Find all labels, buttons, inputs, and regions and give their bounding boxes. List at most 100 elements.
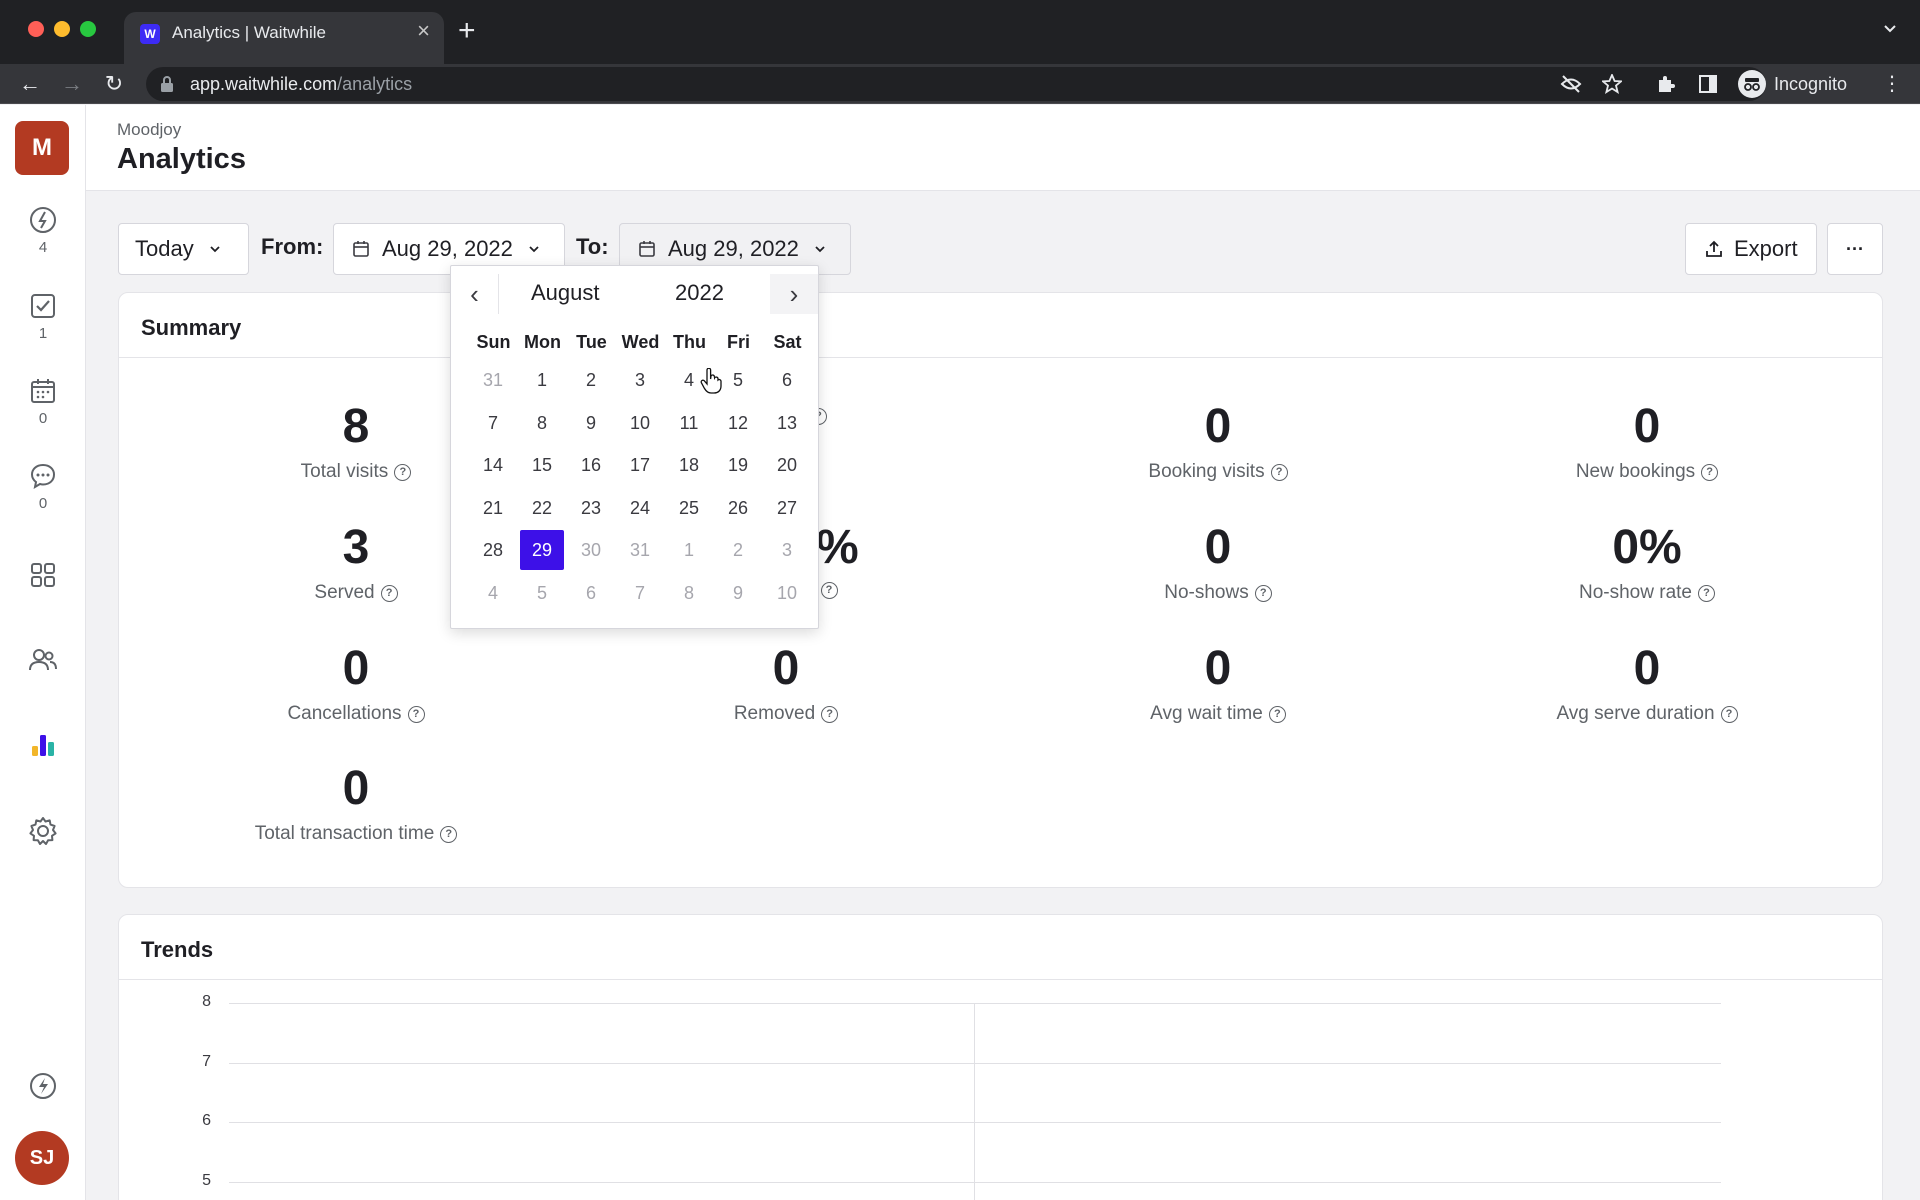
help-icon[interactable]: ?	[1701, 463, 1719, 481]
metric-no-shows: 0 No-shows?	[1048, 520, 1388, 604]
calendar-day[interactable]: 27	[765, 488, 809, 528]
calendar-day[interactable]: 1	[667, 530, 711, 570]
calendar-day-selected[interactable]: 29	[520, 530, 564, 571]
calendar-day[interactable]: 8	[520, 403, 564, 443]
calendar-day[interactable]: 31	[618, 530, 662, 570]
calendar-day[interactable]: 13	[765, 403, 809, 443]
calendar-day[interactable]: 19	[716, 445, 760, 485]
calendar-day[interactable]: 2	[716, 530, 760, 570]
users-icon	[29, 649, 57, 671]
calendar-day[interactable]: 21	[471, 488, 515, 528]
address-bar[interactable]: app.waitwhile.com/analytics	[146, 67, 1766, 101]
from-date-value: Aug 29, 2022	[382, 236, 513, 261]
help-icon[interactable]: ?	[407, 705, 425, 723]
calendar-day[interactable]: 3	[765, 530, 809, 570]
calendar-day[interactable]: 20	[765, 445, 809, 485]
calendar-day[interactable]: 7	[471, 403, 515, 443]
extensions-puzzle-icon[interactable]	[1656, 74, 1676, 94]
help-icon[interactable]: ?	[1270, 463, 1288, 481]
side-panel-icon[interactable]	[1698, 74, 1718, 94]
calendar-day[interactable]: 6	[569, 573, 613, 613]
calendar-day[interactable]: 11	[667, 403, 711, 443]
incognito-profile[interactable]: Incognito	[1738, 67, 1847, 101]
calendar-day[interactable]: 30	[569, 530, 613, 570]
page-title: Analytics	[117, 143, 246, 175]
calendar-day[interactable]: 15	[520, 445, 564, 485]
calendar-month[interactable]: August	[531, 280, 600, 306]
reload-icon[interactable]: ↻	[100, 70, 128, 98]
calendar-day[interactable]: 4	[471, 573, 515, 613]
help-icon[interactable]: ?	[394, 463, 412, 481]
next-month-button[interactable]: ›	[770, 274, 818, 314]
back-icon[interactable]: ←	[16, 70, 44, 98]
calendar-day[interactable]: 5	[716, 360, 760, 400]
calendar-day[interactable]: 5	[520, 573, 564, 613]
grid-line	[229, 1003, 1721, 1004]
rail-item-customers[interactable]	[0, 645, 86, 675]
rail-item-settings[interactable]	[0, 815, 86, 847]
eye-off-icon[interactable]	[1560, 74, 1582, 94]
calendar-day[interactable]: 31	[471, 360, 515, 400]
calendar-day[interactable]: 9	[716, 573, 760, 613]
calendar-day[interactable]: 25	[667, 488, 711, 528]
calendar-day[interactable]: 17	[618, 445, 662, 485]
export-button[interactable]: Export	[1685, 223, 1817, 275]
calendar-day[interactable]: 8	[667, 573, 711, 613]
rail-item-whats-new[interactable]	[0, 1071, 86, 1101]
forward-icon[interactable]: →	[58, 70, 86, 98]
calendar-day[interactable]: 24	[618, 488, 662, 528]
new-tab-icon[interactable]: +	[458, 16, 476, 46]
help-icon[interactable]: ?	[1254, 584, 1272, 602]
calendar-day[interactable]: 2	[569, 360, 613, 400]
calendar-year[interactable]: 2022	[675, 280, 724, 306]
rail-item-analytics[interactable]	[0, 730, 86, 760]
calendar-day[interactable]: 10	[618, 403, 662, 443]
calendar-day[interactable]: 10	[765, 573, 809, 613]
org-avatar[interactable]: M	[15, 121, 69, 175]
user-avatar[interactable]: SJ	[15, 1131, 69, 1185]
previous-month-button[interactable]: ‹	[451, 274, 499, 314]
maximize-window-button[interactable]	[80, 21, 96, 37]
help-icon[interactable]: ?	[1268, 705, 1286, 723]
calendar-day[interactable]: 7	[618, 573, 662, 613]
weekday-header: Sun	[476, 332, 511, 352]
hand-cursor-icon	[700, 368, 722, 394]
calendar-day[interactable]: 6	[765, 360, 809, 400]
close-tab-icon[interactable]: ×	[417, 20, 430, 42]
more-options-button[interactable]: ···	[1827, 223, 1883, 275]
calendar-day[interactable]: 3	[618, 360, 662, 400]
star-icon[interactable]	[1602, 74, 1622, 94]
calendar-day[interactable]: 26	[716, 488, 760, 528]
weekday-header: Fri	[726, 332, 750, 352]
calendar-day[interactable]: 14	[471, 445, 515, 485]
minimize-window-button[interactable]	[54, 21, 70, 37]
tab-search-chevron-icon[interactable]	[1882, 20, 1898, 36]
help-icon[interactable]: ?	[1698, 584, 1715, 602]
rail-item-waitlist[interactable]: 4	[0, 205, 86, 256]
browser-menu-icon[interactable]: ⋮	[1878, 70, 1906, 98]
left-navigation-rail: M 4 1 0 0 SJ	[0, 105, 86, 1200]
calendar-day[interactable]: 23	[569, 488, 613, 528]
calendar-day[interactable]: 28	[471, 530, 515, 570]
rail-item-bookings[interactable]: 0	[0, 376, 86, 427]
rail-item-apps[interactable]	[0, 560, 86, 590]
calendar-day[interactable]: 12	[716, 403, 760, 443]
calendar-day[interactable]: 22	[520, 488, 564, 528]
calendar-day[interactable]: 1	[520, 360, 564, 400]
calendar-day[interactable]: 18	[667, 445, 711, 485]
help-icon[interactable]: ?	[440, 825, 458, 843]
y-axis-tick: 5	[202, 1172, 211, 1189]
date-range-preset-dropdown[interactable]: Today	[118, 223, 249, 275]
browser-tab[interactable]: W Analytics | Waitwhile ×	[124, 12, 444, 64]
help-icon[interactable]: ?	[821, 705, 839, 723]
rail-item-served[interactable]: 1	[0, 291, 86, 342]
help-icon[interactable]: ?	[1720, 705, 1738, 723]
rail-item-messages[interactable]: 0	[0, 461, 86, 512]
chat-icon	[30, 463, 56, 490]
close-window-button[interactable]	[28, 21, 44, 37]
help-icon[interactable]: ?	[820, 582, 838, 599]
calendar-day[interactable]: 9	[569, 403, 613, 443]
metric-label: Total transaction time?	[186, 823, 526, 845]
help-icon[interactable]: ?	[380, 584, 398, 602]
calendar-day[interactable]: 16	[569, 445, 613, 485]
